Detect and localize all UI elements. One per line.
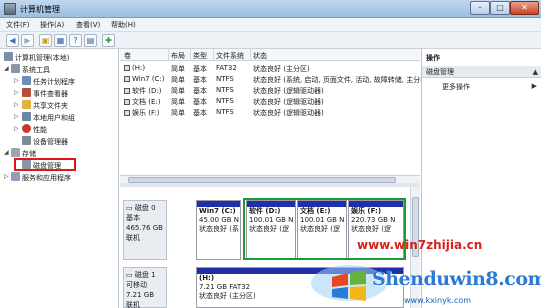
tree-event-viewer[interactable]: 事件查看器 [22, 88, 68, 99]
collapse-icon[interactable]: ◢ [4, 149, 9, 156]
actions-section-disk-management[interactable]: 磁盘管理 ▲ [422, 66, 541, 78]
folder-icon [22, 100, 31, 109]
column-type[interactable]: 类型 [193, 51, 207, 61]
tools-icon [11, 64, 20, 73]
disk-0-label[interactable]: ▭ 磁盘 0 基本 465.76 GB 联机 [123, 200, 167, 260]
services-icon [11, 172, 20, 181]
performance-icon [22, 124, 31, 133]
watermark-brand: Shenduwin8.com [372, 268, 541, 290]
disk-icon: ▭ [126, 271, 135, 279]
navigation-tree: 计算机管理(本地) ◢ 系统工具 ▷ 任务计划程序 ▷ 事件查看器 ▷ 共享文件… [0, 49, 119, 308]
expand-icon[interactable]: ▷ [14, 77, 19, 84]
disk-1-label[interactable]: ▭ 磁盘 1 可移动 7.21 GB 联机 [123, 267, 167, 308]
volume-icon [124, 76, 130, 82]
collapse-arrow-icon[interactable]: ▲ [533, 66, 538, 78]
more-actions[interactable]: 更多操作 [442, 82, 470, 92]
tree-device-manager[interactable]: 设备管理器 [22, 136, 68, 147]
tree-shared-folders[interactable]: 共享文件夹 [22, 100, 68, 111]
expand-icon[interactable]: ▷ [14, 89, 19, 96]
storage-icon [11, 148, 20, 157]
show-tree-icon[interactable]: ▦ [54, 34, 67, 47]
table-row[interactable]: 文档 (E:) 简单 基本 NTFS 状态良好 (逻辑驱动器) [120, 96, 420, 107]
event-icon [22, 88, 31, 97]
computer-icon [4, 52, 13, 61]
clock-icon [22, 76, 31, 85]
menu-view[interactable]: 查看(V) [76, 20, 100, 30]
menu-bar: 文件(F) 操作(A) 查看(V) 帮助(H) [0, 18, 541, 32]
tree-task-scheduler[interactable]: 任务计划程序 [22, 76, 75, 87]
maximize-button[interactable]: □ [490, 1, 510, 15]
table-row[interactable]: 娱乐 (F:) 简单 基本 NTFS 状态良好 (逻辑驱动器) [120, 107, 420, 118]
volume-icon [124, 88, 130, 94]
title-bar: 计算机管理 – □ ✕ [0, 0, 541, 18]
help-icon[interactable]: ? [69, 34, 82, 47]
actions-header: 操作 [422, 52, 541, 64]
menu-action[interactable]: 操作(A) [40, 20, 64, 30]
volume-list-header: 卷 布局 类型 文件系统 状态 [120, 49, 420, 61]
table-row[interactable]: 软件 (D:) 简单 基本 NTFS 状态良好 (逻辑驱动器) [120, 85, 420, 96]
users-icon [22, 112, 31, 121]
volume-icon [124, 99, 130, 105]
tree-system-tools[interactable]: 系统工具 [11, 64, 50, 75]
horizontal-scrollbar[interactable] [120, 175, 420, 183]
column-volume[interactable]: 卷 [124, 51, 131, 61]
properties-icon[interactable]: ▤ [84, 34, 97, 47]
expand-icon[interactable]: ▷ [14, 113, 19, 120]
menu-help[interactable]: 帮助(H) [111, 20, 136, 30]
forward-icon[interactable]: ▶ [21, 34, 34, 47]
tree-services-apps[interactable]: 服务和应用程序 [11, 172, 71, 183]
chevron-right-icon[interactable]: ▶ [532, 82, 537, 90]
column-status[interactable]: 状态 [253, 51, 267, 61]
expand-icon[interactable]: ▷ [14, 101, 19, 108]
column-layout[interactable]: 布局 [171, 51, 185, 61]
tree-performance[interactable]: 性能 [22, 124, 47, 135]
refresh-icon[interactable]: ✚ [102, 34, 115, 47]
expand-icon[interactable]: ▷ [14, 125, 19, 132]
device-icon [22, 136, 31, 145]
toolbar: ◀ ▶ ▣ ▦ ? ▤ ✚ [0, 32, 541, 49]
table-row[interactable]: Win7 (C:) 简单 基本 NTFS 状态良好 (系统, 启动, 页面文件,… [120, 74, 430, 85]
partition-c[interactable]: Win7 (C:) 45.00 GB N 状态良好 (系 [196, 200, 241, 260]
expand-icon[interactable]: ▷ [4, 173, 9, 180]
menu-file[interactable]: 文件(F) [6, 20, 30, 30]
volume-icon [124, 110, 130, 116]
tree-root[interactable]: 计算机管理(本地) [4, 52, 69, 63]
computer-management-icon [4, 3, 16, 15]
back-icon[interactable]: ◀ [6, 34, 19, 47]
window-title: 计算机管理 [20, 5, 60, 14]
up-folder-icon[interactable]: ▣ [39, 34, 52, 47]
watermark-subtext: www.kxinyk.com [404, 296, 472, 305]
column-filesystem[interactable]: 文件系统 [216, 51, 244, 61]
minimize-button[interactable]: – [470, 1, 490, 15]
volume-icon [124, 65, 130, 71]
close-button[interactable]: ✕ [510, 1, 539, 15]
disk-management-highlight [14, 158, 76, 171]
collapse-icon[interactable]: ◢ [4, 65, 9, 72]
tree-local-users[interactable]: 本地用户和组 [22, 112, 75, 123]
disk-icon: ▭ [126, 204, 135, 212]
table-row[interactable]: (H:) 简单 基本 FAT32 状态良好 (主分区) [120, 63, 420, 74]
